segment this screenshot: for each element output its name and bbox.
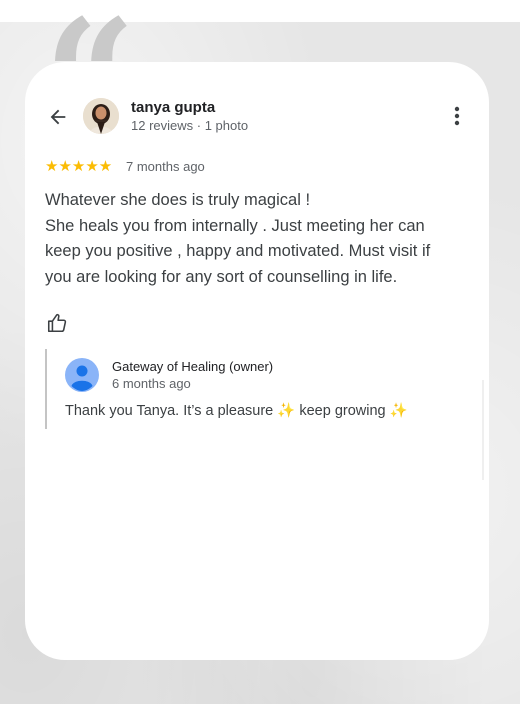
review-line: She heals you from internally . Just mee… [45,216,425,235]
review-text: Whatever she does is truly magical ! She… [45,188,475,290]
star-rating: ★★★★★ [45,158,113,175]
sparkle-emoji: ✨ [389,403,408,419]
reviewer-avatar[interactable] [83,98,119,134]
scrollbar[interactable] [482,380,484,480]
review-line: Whatever she does is truly magical ! [45,191,311,209]
person-icon[interactable] [65,358,99,392]
review-line: you are looking for any sort of counsell… [45,267,398,286]
reply-divider [45,349,47,429]
reviewer-name[interactable]: tanya gupta [131,99,215,116]
owner-reply-time: 6 months ago [112,376,191,391]
more-vert-icon[interactable] [450,104,464,128]
owner-name[interactable]: Gateway of Healing (owner) [112,359,273,374]
review-line: keep you positive , happy and motivated.… [45,242,431,260]
reviewer-meta: 12 reviews · 1 photo [131,118,249,133]
thumbs-up-icon[interactable] [46,312,68,334]
reply-text-middle: keep growing [295,403,390,419]
review-card: tanya gupta 12 reviews · 1 photo ★★★★★ 7… [25,62,489,660]
owner-reply-text: Thank you Tanya. It’s a pleasure ✨ keep … [65,402,408,419]
sparkle-emoji: ✨ [277,403,296,419]
reply-text-start: Thank you Tanya. It’s a pleasure [65,403,278,419]
review-time: 7 months ago [126,159,205,174]
back-arrow-icon[interactable] [47,106,69,128]
